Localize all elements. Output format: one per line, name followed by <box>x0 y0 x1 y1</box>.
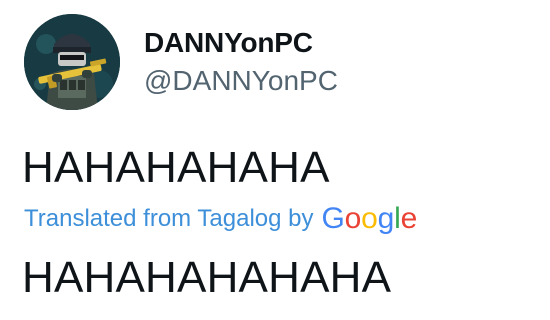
tweet-header: DANNYonPC @DANNYonPC <box>24 14 338 110</box>
translation-attribution: Translated from Tagalog by Google <box>24 201 417 237</box>
tweet-original-text: HAHAHAHAHA <box>22 143 330 192</box>
tweet-card: DANNYonPC @DANNYonPC HAHAHAHAHA Translat… <box>0 0 550 320</box>
soldier-avatar-icon <box>24 14 120 110</box>
avatar[interactable] <box>24 14 120 110</box>
google-logo: Google <box>322 201 418 237</box>
author-names: DANNYonPC @DANNYonPC <box>144 14 338 110</box>
google-logo-letter-g: G <box>321 202 345 235</box>
tweet-translated-text: HAHAHAHAHAHA <box>22 253 392 302</box>
google-logo-letter-o1: o <box>344 202 362 235</box>
author-display-name[interactable]: DANNYonPC <box>144 26 338 60</box>
google-logo-letter-o2: o <box>361 202 378 235</box>
translated-from-link[interactable]: Translated from Tagalog by <box>24 201 314 237</box>
google-logo-letter-e: e <box>400 202 418 235</box>
author-handle[interactable]: @DANNYonPC <box>144 64 338 98</box>
google-logo-letter-g2: g <box>377 202 395 235</box>
